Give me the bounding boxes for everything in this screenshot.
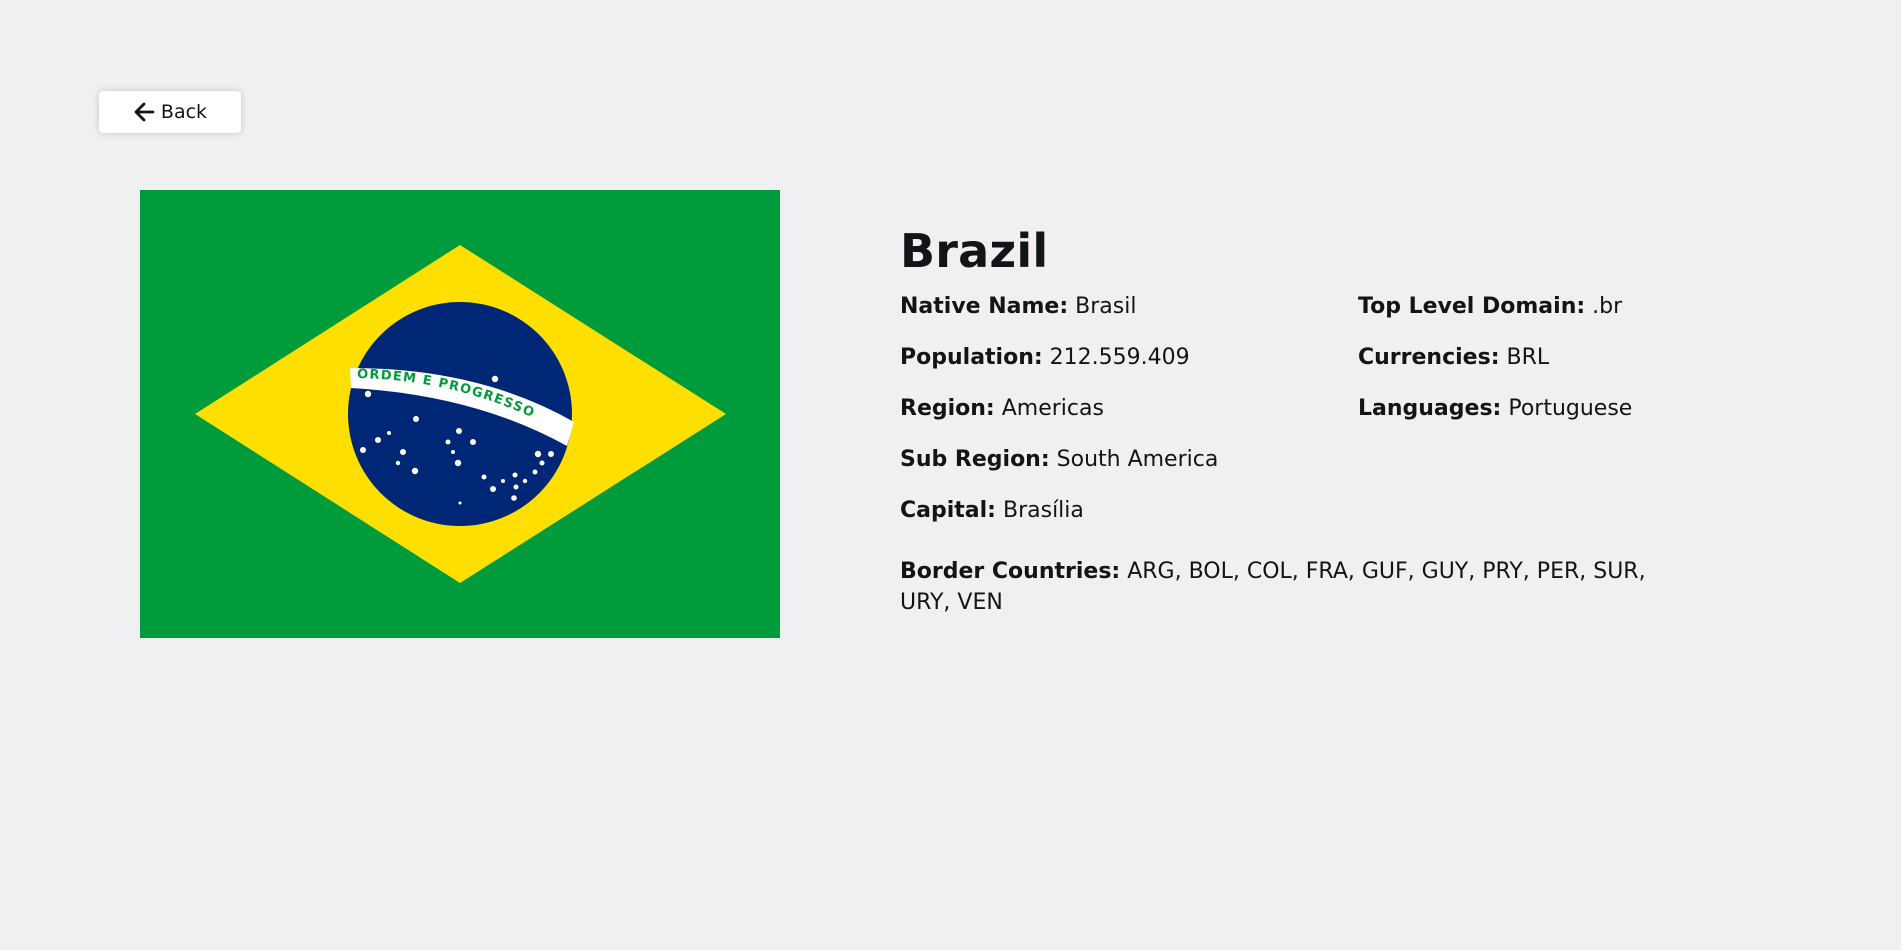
- back-button-label: Back: [160, 101, 208, 123]
- languages-label: Languages:: [1358, 396, 1502, 421]
- border-countries-label: Border Countries:: [900, 559, 1121, 584]
- country-detail-page: Back ORDEM E PROGRESSO Brazil Native Nam…: [0, 0, 1901, 950]
- capital-row: Capital: Brasília: [900, 497, 1358, 548]
- capital-label: Capital:: [900, 498, 996, 523]
- details-right-column: Top Level Domain: .br Currencies: BRL La…: [1358, 293, 1678, 548]
- population-label: Population:: [900, 345, 1043, 370]
- sub-region-value: South America: [1056, 447, 1219, 472]
- population-row: Population: 212.559.409: [900, 344, 1358, 395]
- native-name-value: Brasil: [1075, 294, 1137, 319]
- tld-row: Top Level Domain: .br: [1358, 293, 1678, 344]
- back-button[interactable]: Back: [99, 91, 241, 133]
- details-columns: Native Name: Brasil Population: 212.559.…: [900, 293, 1680, 548]
- arrow-left-icon: [133, 101, 155, 123]
- tld-value: .br: [1592, 294, 1623, 319]
- currencies-row: Currencies: BRL: [1358, 344, 1678, 395]
- currencies-label: Currencies:: [1358, 345, 1500, 370]
- country-name: Brazil: [900, 224, 1049, 278]
- details-left-column: Native Name: Brasil Population: 212.559.…: [900, 293, 1358, 548]
- region-row: Region: Americas: [900, 395, 1358, 446]
- border-countries-row: Border Countries: ARG, BOL, COL, FRA, GU…: [900, 556, 1660, 618]
- native-name-row: Native Name: Brasil: [900, 293, 1358, 344]
- country-flag: ORDEM E PROGRESSO: [140, 190, 780, 638]
- brazil-flag-image: ORDEM E PROGRESSO: [140, 190, 780, 638]
- country-details: Brazil Native Name: Brasil Population: 2…: [900, 222, 1680, 618]
- sub-region-label: Sub Region:: [900, 447, 1050, 472]
- population-value: 212.559.409: [1049, 345, 1190, 370]
- native-name-label: Native Name:: [900, 294, 1069, 319]
- region-label: Region:: [900, 396, 995, 421]
- tld-label: Top Level Domain:: [1358, 294, 1586, 319]
- languages-value: Portuguese: [1508, 396, 1633, 421]
- capital-value: Brasília: [1002, 498, 1084, 523]
- sub-region-row: Sub Region: South America: [900, 446, 1358, 497]
- region-value: Americas: [1001, 396, 1104, 421]
- languages-row: Languages: Portuguese: [1358, 395, 1678, 446]
- currencies-value: BRL: [1506, 345, 1550, 370]
